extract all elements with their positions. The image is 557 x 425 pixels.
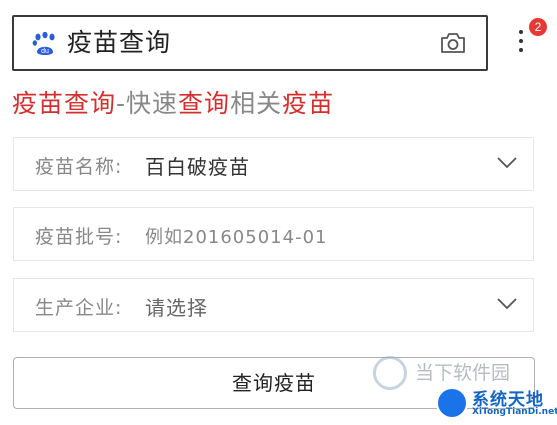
headline-part: -快速 (116, 89, 179, 118)
headline-part: 相关 (230, 89, 283, 118)
batch-number-label: 疫苗批号: (35, 226, 123, 248)
watermark-site-url: XiTongTianDi.net (472, 407, 557, 417)
manufacturer-label: 生产企业: (35, 297, 123, 319)
chevron-down-icon[interactable] (497, 157, 517, 169)
batch-number-field[interactable]: 疫苗批号: 例如201605014-01 (13, 207, 534, 261)
watermark-top: 当下软件园 (373, 352, 553, 390)
headline-part: 疫苗 (282, 89, 335, 118)
camera-icon[interactable] (440, 32, 466, 54)
page-headline: 疫苗查询-快速查询相关疫苗 (12, 88, 334, 120)
headline-part: 疫苗查询 (12, 89, 117, 118)
vaccine-name-select[interactable]: 疫苗名称: 百白破疫苗 (13, 137, 534, 191)
search-box[interactable]: du 疫苗查询 (12, 15, 488, 71)
svg-text:du: du (41, 48, 49, 55)
search-query[interactable]: 疫苗查询 (67, 28, 171, 58)
watermark-logo-icon (373, 356, 407, 390)
chevron-down-icon[interactable] (497, 298, 517, 310)
vaccine-name-label: 疫苗名称: (35, 156, 123, 178)
globe-icon (436, 387, 468, 419)
batch-number-input[interactable]: 例如201605014-01 (145, 223, 327, 249)
manufacturer-select[interactable]: 生产企业: 请选择 (13, 278, 534, 332)
vaccine-name-value[interactable]: 百白破疫苗 (145, 151, 250, 180)
watermark-text: 当下软件园 (415, 362, 511, 384)
headline-part: 查询 (178, 89, 231, 118)
watermark-site: 系统天地 XiTongTianDi.net (432, 383, 557, 423)
manufacturer-value[interactable]: 请选择 (145, 292, 208, 321)
baidu-paw-icon: du (32, 32, 55, 55)
more-vertical-icon[interactable] (515, 30, 527, 62)
notification-badge: 2 (529, 18, 547, 36)
